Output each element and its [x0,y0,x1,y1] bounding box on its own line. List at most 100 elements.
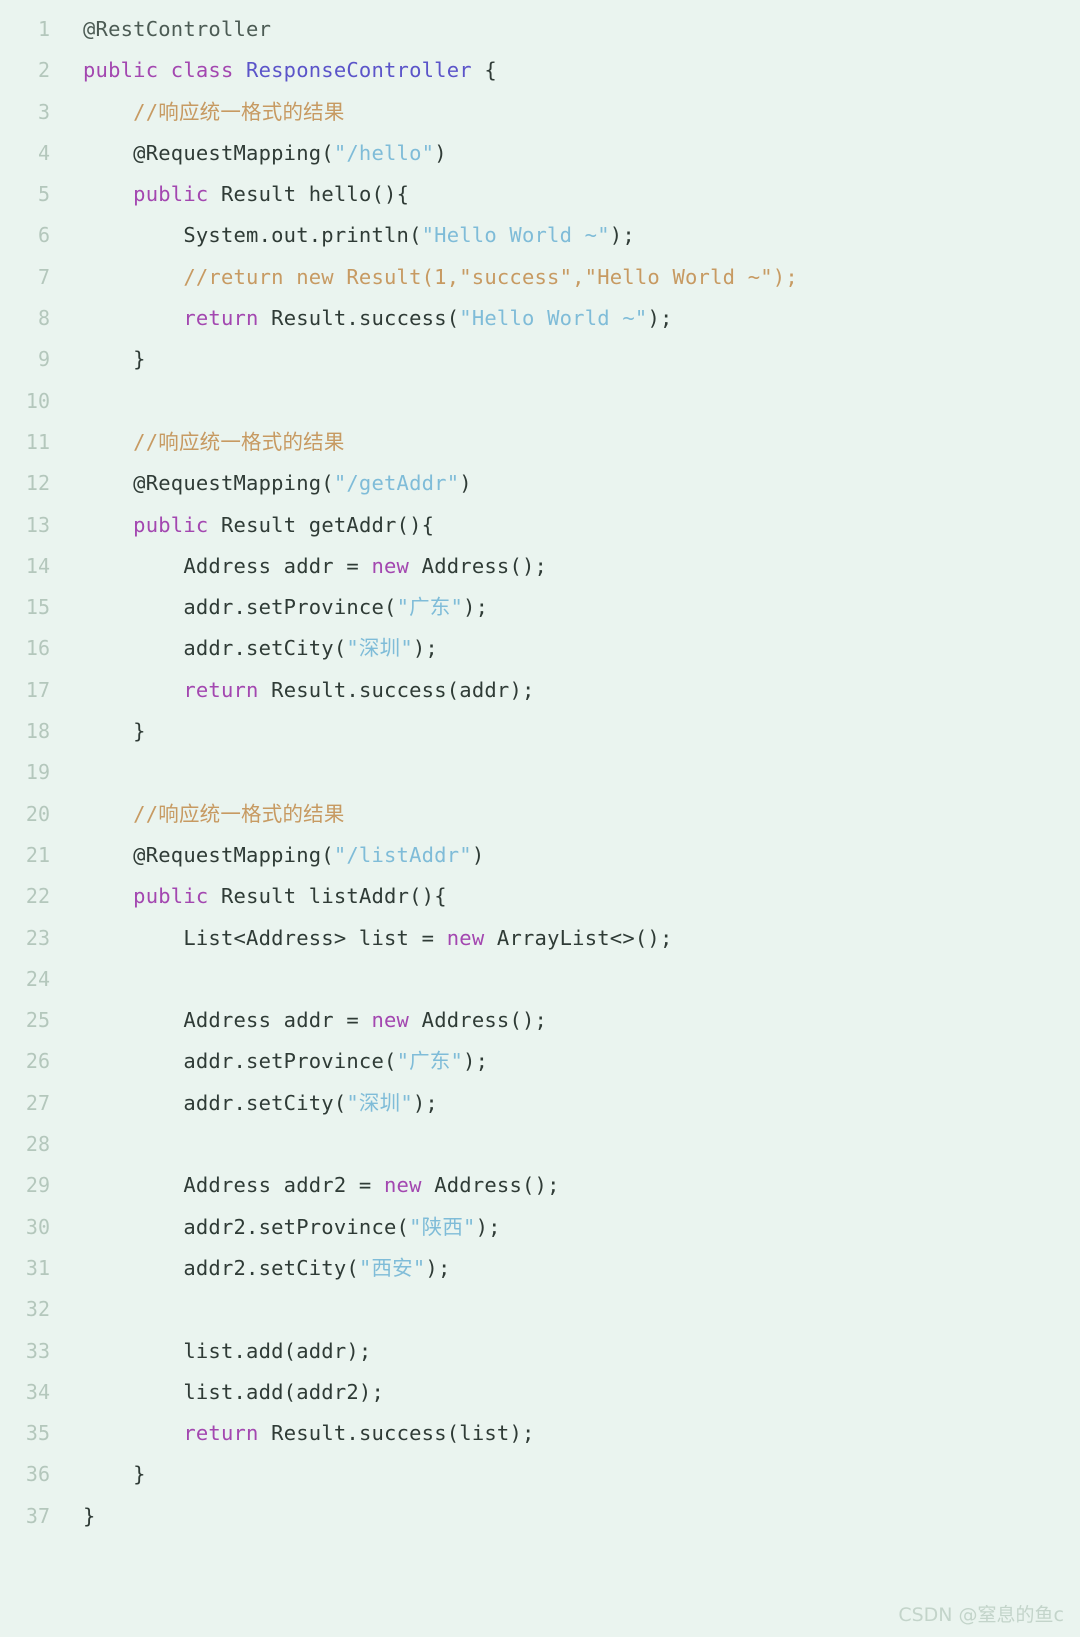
code-line[interactable]: 5 public Result hello(){ [0,174,1080,215]
code-line[interactable]: 4 @RequestMapping("/hello") [0,133,1080,174]
line-content[interactable]: return Result.success("Hello World ~"); [55,298,1080,339]
code-token-plain: Address addr = [83,553,372,578]
code-token-plain: @RequestMapping( [83,842,334,867]
code-line[interactable]: 19 [0,752,1080,793]
line-content[interactable]: public Result hello(){ [55,174,1080,215]
line-number: 12 [25,471,50,496]
code-line[interactable]: 8 return Result.success("Hello World ~")… [0,298,1080,339]
line-content[interactable]: } [55,1496,1080,1537]
code-line[interactable]: 6 System.out.println("Hello World ~"); [0,215,1080,256]
line-content[interactable]: } [55,711,1080,752]
code-token-plain: Result hello(){ [208,182,410,207]
line-number: 6 [37,223,50,248]
line-number: 8 [37,306,50,331]
code-token-plain: } [83,347,146,372]
line-content[interactable]: List<Address> list = new ArrayList<>(); [55,918,1080,959]
line-content[interactable]: //响应统一格式的结果 [55,794,1080,835]
code-line[interactable]: 37} [0,1496,1080,1537]
code-line[interactable]: 18 } [0,711,1080,752]
line-content[interactable]: return Result.success(addr); [55,670,1080,711]
code-line[interactable]: 11 //响应统一格式的结果 [0,422,1080,463]
code-line[interactable]: 7 //return new Result(1,"success","Hello… [0,257,1080,298]
line-content[interactable]: list.add(addr); [55,1331,1080,1372]
code-line[interactable]: 36 } [0,1454,1080,1495]
code-line[interactable]: 24 [0,959,1080,1000]
line-content[interactable]: addr2.setProvince("陕西"); [55,1207,1080,1248]
line-content[interactable]: public class ResponseController { [55,50,1080,91]
code-line[interactable]: 20 //响应统一格式的结果 [0,794,1080,835]
line-content[interactable]: Address addr2 = new Address(); [55,1165,1080,1206]
code-line[interactable]: 12 @RequestMapping("/getAddr") [0,463,1080,504]
code-line[interactable]: 1 @RestController [0,9,1080,50]
line-number: 19 [25,760,50,785]
code-line[interactable]: 23 List<Address> list = new ArrayList<>(… [0,918,1080,959]
code-line[interactable]: 9 } [0,339,1080,380]
code-line[interactable]: 33 list.add(addr); [0,1331,1080,1372]
line-content[interactable]: addr.setProvince("广东"); [55,1041,1080,1082]
line-content[interactable]: //响应统一格式的结果 [55,422,1080,463]
code-line[interactable]: 34 list.add(addr2); [0,1372,1080,1413]
code-line[interactable]: 22 public Result listAddr(){ [0,876,1080,917]
code-token-str: "广东" [396,595,464,620]
code-line[interactable]: 35 return Result.success(list); [0,1413,1080,1454]
line-number: 35 [25,1421,50,1446]
line-content[interactable]: Address addr = new Address(); [55,1000,1080,1041]
line-number: 27 [25,1090,50,1115]
line-content[interactable]: //return new Result(1,"success","Hello W… [55,257,1080,298]
code-token-plain: Address addr2 = [83,1173,385,1198]
code-line[interactable]: 3 //响应统一格式的结果 [0,92,1080,133]
code-line[interactable]: 30 addr2.setProvince("陕西"); [0,1207,1080,1248]
line-content[interactable]: addr.setCity("深圳"); [55,1083,1080,1124]
line-number: 28 [25,1132,50,1157]
code-token-plain: addr2.setCity( [83,1255,359,1280]
code-token-plain: ); [609,223,635,248]
code-line[interactable]: 13 public Result getAddr(){ [0,505,1080,546]
line-content[interactable]: @RequestMapping("/getAddr") [55,463,1080,504]
code-line[interactable]: 17 return Result.success(addr); [0,670,1080,711]
code-line[interactable]: 27 addr.setCity("深圳"); [0,1083,1080,1124]
line-content[interactable]: Address addr = new Address(); [55,546,1080,587]
line-number: 22 [25,884,50,909]
line-content[interactable]: @RestController [55,9,1080,50]
code-line[interactable]: 29 Address addr2 = new Address(); [0,1165,1080,1206]
line-content[interactable]: System.out.println("Hello World ~"); [55,215,1080,256]
code-token-plain: addr.setProvince( [83,595,397,620]
code-line[interactable]: 14 Address addr = new Address(); [0,546,1080,587]
line-content[interactable]: } [55,1454,1080,1495]
code-lines-container: 1 @RestController 2 public class ResponseCo… [0,0,1080,1537]
code-token-plain: } [83,1503,96,1528]
line-content[interactable]: public Result getAddr(){ [55,505,1080,546]
code-line[interactable]: 31 addr2.setCity("西安"); [0,1248,1080,1289]
line-content[interactable]: list.add(addr2); [55,1372,1080,1413]
line-content[interactable]: addr.setCity("深圳"); [55,628,1080,669]
code-token-kw: return [183,1421,259,1446]
line-content[interactable]: return Result.success(list); [55,1413,1080,1454]
line-content[interactable]: addr.setProvince("广东"); [55,587,1080,628]
line-number: 36 [25,1462,50,1487]
line-content[interactable]: @RequestMapping("/hello") [55,133,1080,174]
code-viewer[interactable]: 1 @RestController 2 public class ResponseCo… [0,0,1080,1637]
line-content[interactable]: @RequestMapping("/listAddr") [55,835,1080,876]
code-line[interactable]: 15 addr.setProvince("广东"); [0,587,1080,628]
code-line[interactable]: 10 [0,381,1080,422]
code-line[interactable]: 28 [0,1124,1080,1165]
line-content[interactable]: } [55,339,1080,380]
code-line[interactable]: 32 [0,1289,1080,1330]
code-token-plain: ArrayList<>(); [484,925,673,950]
code-token-plain: { [471,58,497,83]
line-content[interactable]: addr2.setCity("西安"); [55,1248,1080,1289]
line-content[interactable]: public Result listAddr(){ [55,876,1080,917]
line-number: 14 [25,553,50,578]
code-line[interactable]: 26 addr.setProvince("广东"); [0,1041,1080,1082]
code-token-comment: //响应统一格式的结果 [83,801,345,826]
code-line[interactable]: 21 @RequestMapping("/listAddr") [0,835,1080,876]
code-token-plain: list.add(addr2); [83,1379,385,1404]
code-line[interactable]: 16 addr.setCity("深圳"); [0,628,1080,669]
code-token-plain: Address(); [421,1173,560,1198]
code-token-plain: Result listAddr(){ [208,884,447,909]
code-line[interactable]: 2 public class ResponseController { [0,50,1080,91]
line-content[interactable]: //响应统一格式的结果 [55,92,1080,133]
code-line[interactable]: 25 Address addr = new Address(); [0,1000,1080,1041]
code-token-plain: ) [459,471,472,496]
